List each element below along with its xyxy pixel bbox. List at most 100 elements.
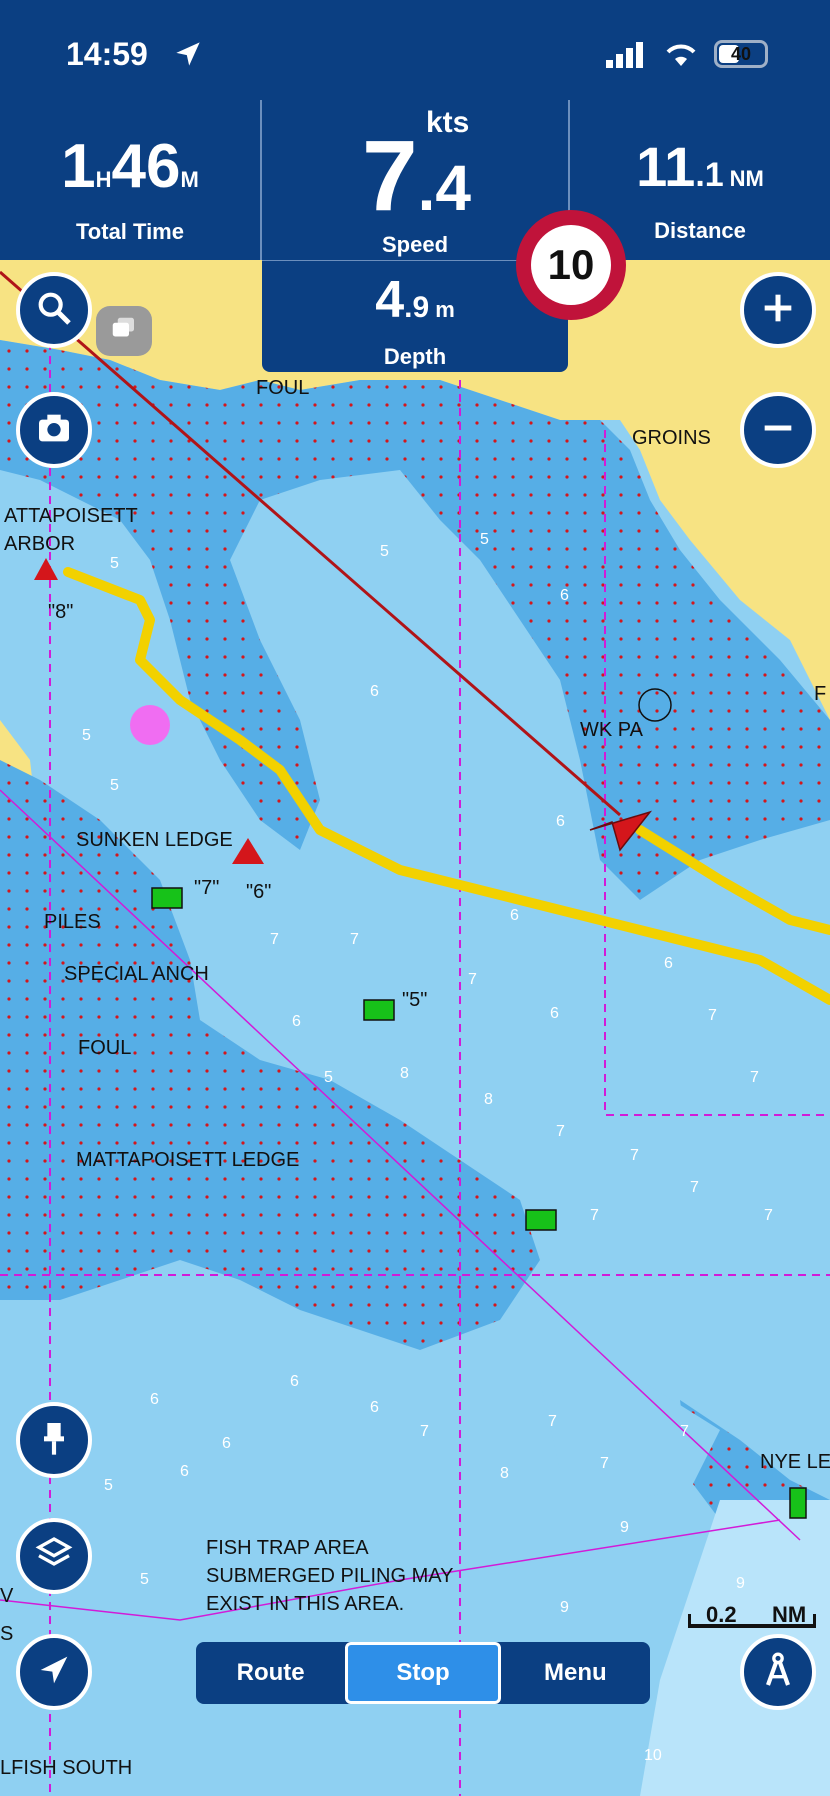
label-fish-trap-1: FISH TRAP AREA	[206, 1537, 369, 1559]
scale-bar: 0.2 NM	[688, 1602, 818, 1632]
svg-text:6: 6	[222, 1435, 231, 1452]
distance-metric: 11.1 NM Distance	[600, 132, 800, 244]
zoom-in-icon	[758, 288, 798, 333]
total-time-minutes-unit: M	[180, 167, 199, 192]
pin-button[interactable]	[16, 1402, 92, 1478]
svg-text:5: 5	[104, 1477, 113, 1494]
camera-icon	[34, 408, 74, 453]
svg-text:8: 8	[400, 1065, 409, 1082]
label-buoy-6: "6"	[246, 881, 271, 903]
zoom-in-button[interactable]	[740, 272, 816, 348]
svg-text:7: 7	[690, 1179, 699, 1196]
svg-text:5: 5	[380, 543, 389, 560]
green-buoy-icon	[363, 999, 395, 1021]
svg-text:9: 9	[620, 1519, 629, 1536]
label-special-anch: SPECIAL ANCH	[64, 963, 209, 985]
svg-text:7: 7	[270, 931, 279, 948]
svg-text:6: 6	[370, 683, 379, 700]
svg-text:6: 6	[664, 955, 673, 972]
chat-button[interactable]	[96, 306, 152, 356]
depth-integer: 4	[375, 271, 405, 329]
svg-text:5: 5	[324, 1069, 333, 1086]
bottom-action-bar: Route Stop Menu	[196, 1642, 650, 1704]
speed-metric: kts 7.4 Speed	[262, 102, 568, 257]
svg-text:6: 6	[150, 1391, 159, 1408]
svg-text:7: 7	[708, 1007, 717, 1024]
speed-decimal: .4	[417, 152, 471, 224]
svg-text:5: 5	[110, 555, 119, 572]
svg-text:5: 5	[110, 777, 119, 794]
label-groins: GROINS	[632, 427, 711, 449]
svg-text:6: 6	[292, 1013, 301, 1030]
location-arrow-icon	[174, 40, 202, 73]
distance-integer: 11	[636, 135, 696, 198]
battery-level: 40	[730, 44, 752, 64]
label-harbor-2: ARBOR	[4, 533, 75, 555]
label-nye: NYE LE	[760, 1451, 830, 1473]
svg-text:5: 5	[480, 531, 489, 548]
svg-text:7: 7	[468, 971, 477, 988]
navigation-arrow-icon	[34, 1650, 74, 1695]
label-piles: PILES	[44, 911, 101, 933]
sailboat-icon	[130, 705, 170, 745]
svg-text:7: 7	[420, 1423, 429, 1440]
svg-text:6: 6	[510, 907, 519, 924]
svg-text:8: 8	[484, 1091, 493, 1108]
menu-button[interactable]: Menu	[501, 1642, 650, 1704]
zoom-out-button[interactable]	[740, 392, 816, 468]
label-fish-south: LFISH SOUTH	[0, 1757, 132, 1779]
search-icon	[34, 288, 74, 333]
depth-label: Depth	[383, 344, 447, 369]
green-buoy-icon	[525, 1209, 557, 1231]
svg-text:9: 9	[736, 1575, 745, 1592]
route-button[interactable]: Route	[196, 1642, 345, 1704]
depth-unit: m	[435, 297, 455, 322]
label-buoy-5: "5"	[402, 989, 427, 1011]
chat-icon	[107, 314, 141, 349]
compass-button[interactable]	[740, 1634, 816, 1710]
stop-button[interactable]: Stop	[345, 1642, 501, 1704]
camera-button[interactable]	[16, 392, 92, 468]
distance-label: Distance	[654, 218, 746, 243]
total-time-minutes: 46	[111, 132, 181, 201]
layers-button[interactable]	[16, 1518, 92, 1594]
label-buoy-7: "7"	[194, 877, 219, 899]
navigation-button[interactable]	[16, 1634, 92, 1710]
svg-text:6: 6	[556, 813, 565, 830]
svg-text:9: 9	[560, 1599, 569, 1616]
signal-icon	[606, 42, 646, 73]
svg-text:10: 10	[644, 1747, 662, 1764]
label-s: S	[0, 1623, 13, 1645]
zoom-out-icon	[758, 408, 798, 453]
label-harbor-1: ATTAPOISETT	[4, 505, 138, 527]
speed-limit-value: 10	[531, 225, 611, 305]
svg-text:7: 7	[764, 1207, 773, 1224]
label-mattapoisett-ledge: MATTAPOISETT LEDGE	[76, 1149, 299, 1171]
distance-unit: NM	[729, 166, 764, 191]
svg-text:8: 8	[500, 1465, 509, 1482]
svg-text:5: 5	[140, 1571, 149, 1588]
label-f: F	[814, 683, 826, 705]
label-foul-top: FOUL	[256, 377, 309, 399]
layers-icon	[34, 1534, 74, 1579]
search-button[interactable]	[16, 272, 92, 348]
total-time-label: Total Time	[76, 219, 184, 244]
svg-text:7: 7	[590, 1207, 599, 1224]
status-time: 14:59	[66, 36, 148, 72]
label-fish-trap-3: EXIST IN THIS AREA.	[206, 1593, 404, 1615]
svg-text:6: 6	[290, 1373, 299, 1390]
label-buoy-8: "8"	[48, 601, 73, 623]
pin-icon	[34, 1418, 74, 1463]
svg-text:7: 7	[680, 1423, 689, 1440]
label-fish-trap-2: SUBMERGED PILING MAY	[206, 1565, 453, 1587]
svg-text:7: 7	[600, 1455, 609, 1472]
total-time-metric: 1H46M Total Time	[40, 132, 220, 245]
svg-text:7: 7	[750, 1069, 759, 1086]
trip-info-header: 14:59 40 1H46M Total Time kts 7.4 Speed …	[0, 0, 830, 260]
green-buoy-icon	[151, 887, 183, 909]
svg-text:7: 7	[548, 1413, 557, 1430]
total-time-hours-unit: H	[95, 167, 112, 192]
label-v: V	[0, 1585, 14, 1607]
distance-decimal: .1	[695, 156, 724, 194]
speed-value: 7.4	[362, 126, 471, 238]
